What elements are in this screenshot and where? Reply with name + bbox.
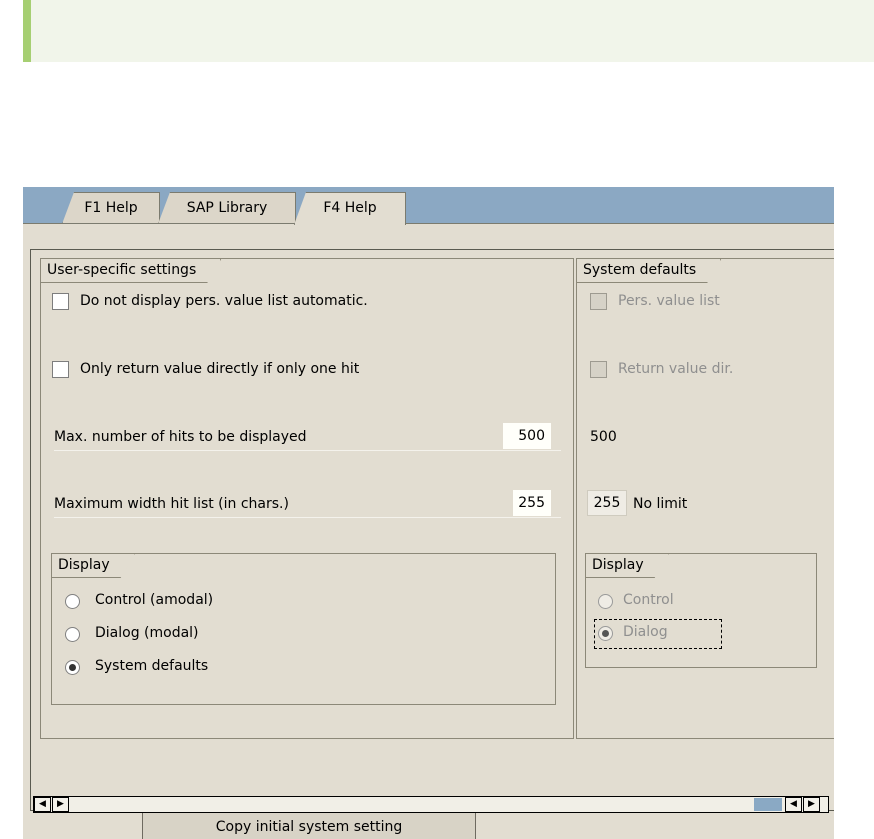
- sys-radio-control: [598, 594, 613, 609]
- pers-list-label: Pers. value list: [618, 293, 720, 309]
- sys-display-group: Display Control Dialog: [585, 553, 817, 668]
- return-direct-checkbox[interactable]: [52, 361, 69, 378]
- sys-return-direct-checkbox: [590, 361, 607, 378]
- sys-max-hits-value: 500: [590, 429, 617, 445]
- radio-dialog-modal-label: Dialog (modal): [95, 625, 199, 641]
- radio-system-defaults[interactable]: [65, 660, 80, 675]
- sys-max-width-suffix: No limit: [633, 496, 688, 512]
- tab-f1-help[interactable]: F1 Help: [62, 192, 160, 224]
- no-auto-list-checkbox[interactable]: [52, 293, 69, 310]
- tab-underline: [23, 223, 834, 224]
- user-settings-group: User-specific settings Do not display pe…: [40, 258, 574, 739]
- sys-radio-control-label: Control: [623, 592, 674, 608]
- horizontal-scrollbar[interactable]: ◀ ▶ ◀ ▶: [33, 796, 829, 813]
- sys-max-width-field: 255: [587, 490, 627, 516]
- scroll-right-icon[interactable]: ▶: [52, 797, 69, 812]
- max-width-underline: [54, 517, 561, 518]
- no-auto-list-label: Do not display pers. value list automati…: [80, 293, 368, 309]
- radio-system-defaults-label: System defaults: [95, 658, 209, 674]
- max-hits-underline: [54, 450, 561, 451]
- sys-radio-dialog: [598, 626, 613, 641]
- radio-control-amodal[interactable]: [65, 594, 80, 609]
- tabstrip: F1 Help SAP Library F4 Help: [23, 187, 834, 225]
- f4-help-window: F1 Help SAP Library F4 Help User-specifi…: [23, 187, 834, 839]
- max-width-field[interactable]: 255: [513, 490, 551, 516]
- system-defaults-group: System defaults Pers. value list Return …: [576, 258, 834, 739]
- user-display-title: Display: [52, 554, 135, 578]
- radio-control-amodal-label: Control (amodal): [95, 592, 214, 608]
- max-width-label: Maximum width hit list (in chars.): [54, 496, 289, 512]
- max-hits-field[interactable]: 500: [503, 423, 551, 449]
- sys-radio-dialog-label: Dialog: [623, 624, 668, 640]
- system-defaults-title: System defaults: [577, 259, 721, 283]
- banner-accent-bar: [23, 0, 31, 62]
- sys-return-direct-label: Return value dir.: [618, 361, 734, 377]
- tab-f4-help[interactable]: F4 Help: [294, 192, 406, 225]
- max-hits-label: Max. number of hits to be displayed: [54, 429, 307, 445]
- scroll-right-end-icon[interactable]: ▶: [803, 797, 820, 812]
- scroll-left-end-icon[interactable]: ◀: [785, 797, 802, 812]
- user-settings-title: User-specific settings: [41, 259, 221, 283]
- banner: [23, 0, 874, 62]
- scroll-left-icon[interactable]: ◀: [34, 797, 51, 812]
- return-direct-label: Only return value directly if only one h…: [80, 361, 360, 377]
- settings-panel: User-specific settings Do not display pe…: [30, 249, 834, 839]
- tab-sap-library[interactable]: SAP Library: [158, 192, 296, 224]
- user-display-group: Display Control (amodal) Dialog (modal) …: [51, 553, 556, 705]
- scroll-thumb[interactable]: [754, 798, 782, 811]
- radio-dialog-modal[interactable]: [65, 627, 80, 642]
- sys-display-title: Display: [586, 554, 669, 578]
- pers-list-checkbox: [590, 293, 607, 310]
- copy-initial-setting-button[interactable]: Copy initial system setting: [142, 811, 476, 839]
